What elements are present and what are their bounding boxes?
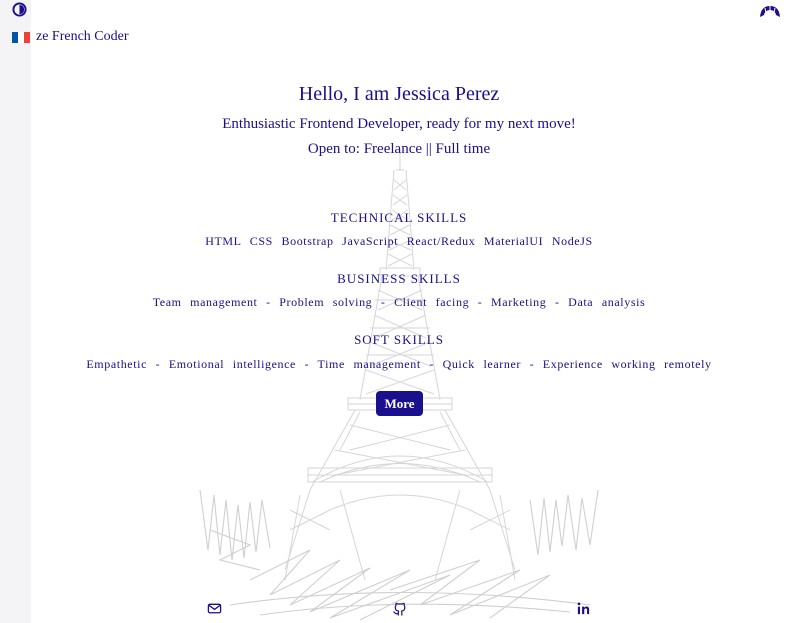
linkedin-icon[interactable] bbox=[576, 601, 591, 616]
brand-link[interactable]: ze French Coder bbox=[12, 29, 129, 45]
business-skills-list: Team management - Problem solving - Clie… bbox=[152, 295, 646, 309]
soft-skills-list: Empathetic - Emotional intelligence - Ti… bbox=[86, 357, 712, 371]
french-flag-icon bbox=[12, 31, 30, 43]
soft-skills-title: SOFT SKILLS bbox=[354, 332, 444, 347]
technical-skills-list: HTML CSS Bootstrap JavaScript React/Redu… bbox=[205, 234, 593, 248]
technical-skills-title: TECHNICAL SKILLS bbox=[330, 210, 468, 225]
half-moon-icon[interactable] bbox=[12, 2, 27, 17]
hero-greeting: Hello, I am Jessica Perez bbox=[298, 83, 500, 105]
left-edge-strip bbox=[0, 0, 31, 623]
mail-icon[interactable] bbox=[207, 601, 222, 616]
brand-text: ze French Coder bbox=[36, 29, 129, 44]
business-skills-title: BUSINESS SKILLS bbox=[337, 271, 461, 286]
hero-tagline: Enthusiastic Frontend Developer, ready f… bbox=[222, 116, 576, 132]
croissant-icon[interactable] bbox=[758, 3, 782, 21]
open-to-text: Open to: Freelance || Full time bbox=[307, 141, 491, 157]
github-icon[interactable] bbox=[392, 601, 407, 616]
more-button[interactable]: More bbox=[376, 391, 423, 416]
